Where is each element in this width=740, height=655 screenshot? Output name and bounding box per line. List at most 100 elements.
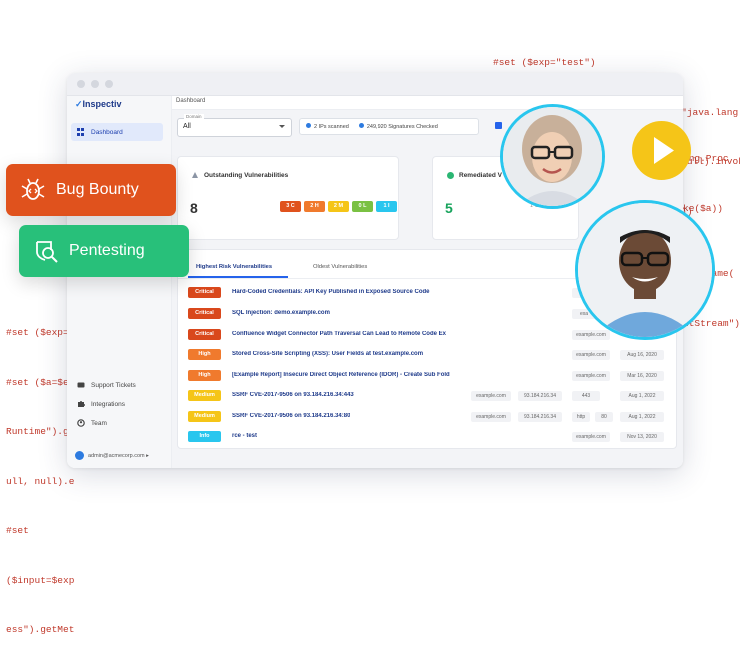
user-menu[interactable]: admin@acmecorp.com ▸ [75, 451, 149, 460]
person-photo [578, 203, 712, 337]
date-chip: Aug 1, 2022 [620, 412, 664, 422]
vuln-title[interactable]: Stored Cross-Site Scripting (XSS): User … [232, 351, 423, 357]
ips-scanned: 2 IPs scanned [306, 123, 349, 130]
tab-highest-risk[interactable]: Highest Risk Vulnerabilities [196, 264, 272, 270]
vuln-title[interactable]: Confluence Widget Connector Path Travers… [232, 331, 450, 337]
sidebar-item-label: Integrations [91, 400, 125, 408]
play-icon [654, 137, 674, 164]
severity-info: 1 I [376, 201, 397, 212]
ip-chip: 93.184.216.34 [518, 412, 562, 422]
play-button[interactable] [632, 121, 691, 180]
domain-chip: example.com [471, 391, 511, 401]
outstanding-count: 8 [190, 200, 198, 216]
woman-avatar [500, 104, 605, 209]
bug-bounty-label: Bug Bounty [56, 181, 139, 198]
ip-icon [306, 123, 311, 128]
magnifier-shield-icon [36, 241, 58, 263]
severity-badge: Critical [188, 308, 221, 319]
domain-chip: example.com [572, 371, 610, 381]
severity-high: 2 H [304, 201, 325, 212]
date-chip: Aug 16, 2020 [620, 350, 664, 360]
card-title: Remediated V [459, 172, 502, 179]
app-logo: ✓Inspectiv [75, 99, 122, 109]
signature-icon [358, 123, 364, 128]
man-avatar [575, 200, 715, 340]
scan-stats: 2 IPs scanned 249,920 Signatures Checked [299, 118, 479, 135]
severity-badge: Medium [188, 390, 221, 401]
signatures-checked: 249,920 Signatures Checked [358, 123, 438, 130]
table-row[interactable]: Medium SSRF CVE-2017-9506 on 93.184.216.… [188, 411, 668, 423]
sidebar-item-label: Team [91, 419, 107, 427]
ticket-icon [77, 382, 85, 388]
sidebar-item-integrations[interactable]: Integrations [71, 395, 163, 413]
code-line: #set [6, 525, 29, 536]
puzzle-icon [78, 401, 85, 407]
code-snippet-left: #set ($exp=" #set ($a=$ex Runtime").ge u… [6, 292, 74, 655]
sidebar-item-support-tickets[interactable]: Support Tickets [71, 376, 163, 394]
user-email: admin@acmecorp.com ▸ [88, 452, 149, 459]
domain-select-label: Domain [184, 114, 204, 119]
vuln-title[interactable]: [Example Report] Insecure Direct Object … [232, 372, 452, 378]
vuln-title[interactable]: SSRF CVE-2017-9506 on 93.184.216.34:80 [232, 413, 350, 419]
code-line: ke($a)) [683, 202, 723, 214]
window-dot[interactable] [105, 80, 113, 88]
window-dot[interactable] [77, 80, 85, 88]
domain-chip: example.com [572, 432, 610, 442]
severity-badge: Critical [188, 329, 221, 340]
filter-checkbox[interactable] [495, 122, 502, 129]
code-line: ang.Proc [683, 153, 729, 164]
code-line: #set ($a=$ex [6, 376, 75, 388]
avatar [75, 451, 84, 460]
vuln-title[interactable]: SQL Injection: demo.example.com [232, 310, 330, 316]
vuln-title[interactable]: Hard-Coded Credentials: API Key Publishe… [232, 289, 447, 295]
breadcrumb: Dashboard [172, 96, 683, 110]
domain-chip: example.com [471, 412, 511, 422]
sidebar: ✓Inspectiv Dashboard Support Tickets Int… [67, 96, 172, 468]
vuln-title[interactable]: SSRF CVE-2017-9506 on 93.184.216.34:443 [232, 392, 354, 398]
pentesting-label: Pentesting [69, 242, 145, 259]
severity-badge: Critical [188, 287, 221, 298]
outstanding-vulnerabilities-card: Outstanding Vulnerabilities 8 3 C 2 H 2 … [177, 156, 399, 240]
severity-badge: Info [188, 431, 221, 442]
sidebar-item-dashboard[interactable]: Dashboard [71, 123, 163, 141]
tab-oldest[interactable]: Oldest Vulnerabilities [313, 264, 367, 270]
code-line: ($input=$exp [6, 574, 75, 586]
sidebar-item-label: Dashboard [91, 128, 123, 136]
sidebar-item-team[interactable]: Team [71, 414, 163, 432]
window-dot[interactable] [91, 80, 99, 88]
check-circle-icon [447, 172, 454, 179]
table-row[interactable]: High [Example Report] Insecure Direct Ob… [188, 370, 668, 382]
date-chip: Mar 16, 2020 [620, 371, 664, 381]
warning-icon [192, 172, 198, 178]
code-line: ull, null).e [6, 475, 75, 487]
chevron-down-icon [279, 125, 285, 128]
card-title: Outstanding Vulnerabilities [204, 172, 289, 179]
remediated-count: 5 [445, 200, 453, 216]
code-line: #set ($exp=" [6, 327, 75, 338]
code-line: #set ($exp="test") [493, 57, 596, 68]
severity-critical: 3 C [280, 201, 301, 212]
port-chip: 443 [572, 391, 600, 401]
domain-select[interactable]: Domain All [177, 114, 292, 137]
bug-bounty-badge: Bug Bounty [6, 164, 176, 216]
ip-chip: 93.184.216.34 [518, 391, 562, 401]
table-row[interactable]: Critical Confluence Widget Connector Pat… [188, 329, 668, 341]
team-icon [77, 419, 85, 427]
severity-badge: High [188, 370, 221, 381]
domain-select-value: All [183, 123, 191, 130]
grid-icon [77, 128, 85, 136]
domain-chip: example.com [572, 350, 610, 360]
table-row[interactable]: High Stored Cross-Site Scripting (XSS): … [188, 349, 668, 361]
table-row[interactable]: Info rce - test example.com Nov 13, 2020 [188, 431, 668, 443]
code-line: ess").getMet [6, 624, 75, 635]
port-chip: 80 [595, 412, 613, 422]
severity-badge: High [188, 349, 221, 360]
pentesting-badge: Pentesting [19, 225, 189, 277]
protocol-chip: http [572, 412, 590, 422]
vuln-title[interactable]: rce - test [232, 433, 257, 439]
domain-chip: example.com [572, 330, 610, 340]
severity-badge: Medium [188, 411, 221, 422]
severity-medium: 2 M [328, 201, 349, 212]
date-chip: Aug 1, 2022 [620, 391, 664, 401]
table-row[interactable]: Medium SSRF CVE-2017-9506 on 93.184.216.… [188, 390, 668, 402]
